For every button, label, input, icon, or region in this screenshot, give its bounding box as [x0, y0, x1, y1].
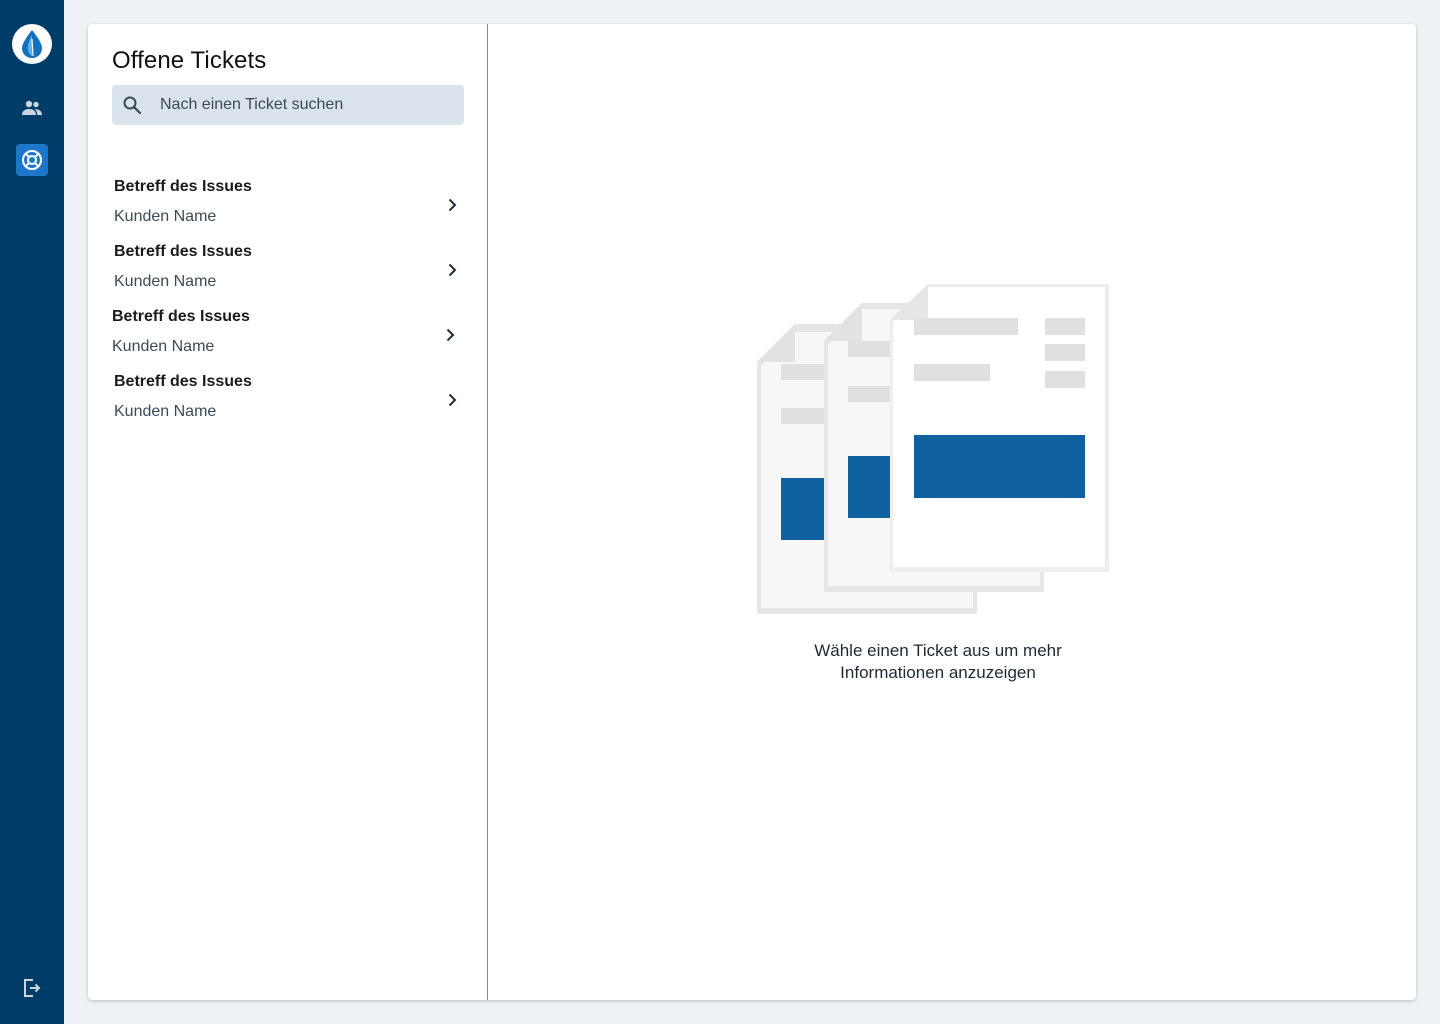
chevron-right-icon	[446, 328, 455, 342]
chevron-right-icon	[448, 393, 457, 407]
lifebuoy-icon	[22, 150, 42, 170]
empty-state-message: Wähle einen Ticket aus um mehr Informati…	[814, 641, 1062, 682]
ticket-subject: Betreff des Issues	[114, 243, 252, 260]
empty-documents-illustration	[757, 284, 1109, 614]
ticket-list: Betreff des Issues Kunden Name Betreff d…	[88, 170, 488, 430]
nav-tickets-button[interactable]	[16, 144, 48, 176]
page-title: Offene Tickets	[112, 47, 267, 74]
logout-icon	[24, 979, 41, 997]
document-front	[890, 284, 1109, 572]
ticket-detail-pane: Wähle einen Ticket aus um mehr Informati…	[488, 24, 1416, 1000]
ticket-list-item[interactable]: Betreff des Issues Kunden Name	[88, 365, 488, 430]
ticket-list-item[interactable]: Betreff des Issues Kunden Name	[88, 170, 488, 235]
chevron-right-icon	[448, 198, 457, 212]
ticket-list-item[interactable]: Betreff des Issues Kunden Name	[88, 300, 488, 365]
ticket-customer-name: Kunden Name	[114, 403, 217, 420]
drop-logo-icon	[22, 30, 42, 58]
logout-button[interactable]	[16, 972, 48, 1004]
ticket-customer-name: Kunden Name	[114, 273, 217, 290]
app-logo[interactable]	[12, 24, 52, 64]
search-icon	[123, 96, 142, 115]
ticket-customer-name: Kunden Name	[114, 208, 217, 225]
chevron-right-icon	[448, 263, 457, 277]
ticket-subject: Betreff des Issues	[114, 373, 252, 390]
ticket-subject: Betreff des Issues	[112, 308, 250, 325]
nav-users-button[interactable]	[16, 92, 48, 124]
people-icon	[22, 100, 42, 115]
ticket-list-pane: Offene Tickets Betreff des Issues Kunden…	[88, 24, 488, 1000]
ticket-subject: Betreff des Issues	[114, 178, 252, 195]
ticket-list-item[interactable]: Betreff des Issues Kunden Name	[88, 235, 488, 300]
nav-rail	[0, 0, 64, 1024]
search-input[interactable]	[160, 85, 456, 125]
main-card: Offene Tickets Betreff des Issues Kunden…	[88, 24, 1416, 1000]
search-box[interactable]	[112, 85, 464, 125]
ticket-customer-name: Kunden Name	[112, 338, 215, 355]
